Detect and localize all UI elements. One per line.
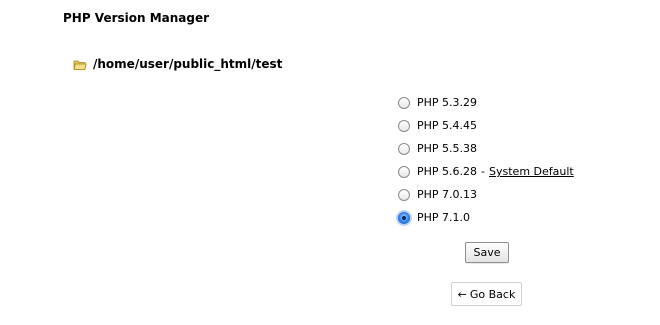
php-version-radio[interactable] <box>398 188 410 201</box>
go-back-button[interactable]: ← Go Back <box>451 282 522 306</box>
php-version-label: PHP 5.4.45 <box>417 119 478 132</box>
directory-path: /home/user/public_html/test <box>93 57 283 71</box>
php-version-separator: - <box>481 165 486 178</box>
php-version-radio-selected[interactable] <box>398 211 410 224</box>
php-version-label: PHP 7.0.13 <box>417 188 478 201</box>
php-version-option-5-4-45[interactable]: PHP 5.4.45 <box>397 114 574 137</box>
php-version-label: PHP 5.3.29 <box>417 96 478 109</box>
php-version-radio[interactable] <box>398 119 410 132</box>
back-arrow-icon: ← <box>457 287 467 301</box>
page-title: PHP Version Manager <box>63 11 210 25</box>
php-version-radio[interactable] <box>398 165 410 178</box>
php-version-label: PHP 7.1.0 <box>417 211 471 224</box>
php-version-label: PHP 5.6.28 <box>417 165 478 178</box>
directory-path-row: /home/user/public_html/test <box>73 57 282 71</box>
php-version-option-5-3-29[interactable]: PHP 5.3.29 <box>397 91 574 114</box>
folder-open-icon <box>73 57 87 71</box>
php-version-list: PHP 5.3.29 PHP 5.4.45 PHP 5.5.38 PHP 5.6… <box>397 91 574 229</box>
save-button[interactable]: Save <box>465 242 509 263</box>
system-default-link[interactable]: System Default <box>489 165 574 178</box>
go-back-label: Go Back <box>469 287 516 301</box>
php-version-radio[interactable] <box>398 96 410 109</box>
php-version-label: PHP 5.5.38 <box>417 142 478 155</box>
php-version-option-7-1-0[interactable]: PHP 7.1.0 <box>397 206 574 229</box>
php-version-option-7-0-13[interactable]: PHP 7.0.13 <box>397 183 574 206</box>
php-version-radio[interactable] <box>398 142 410 155</box>
php-version-option-5-6-28[interactable]: PHP 5.6.28 - System Default <box>397 160 574 183</box>
php-version-option-5-5-38[interactable]: PHP 5.5.38 <box>397 137 574 160</box>
